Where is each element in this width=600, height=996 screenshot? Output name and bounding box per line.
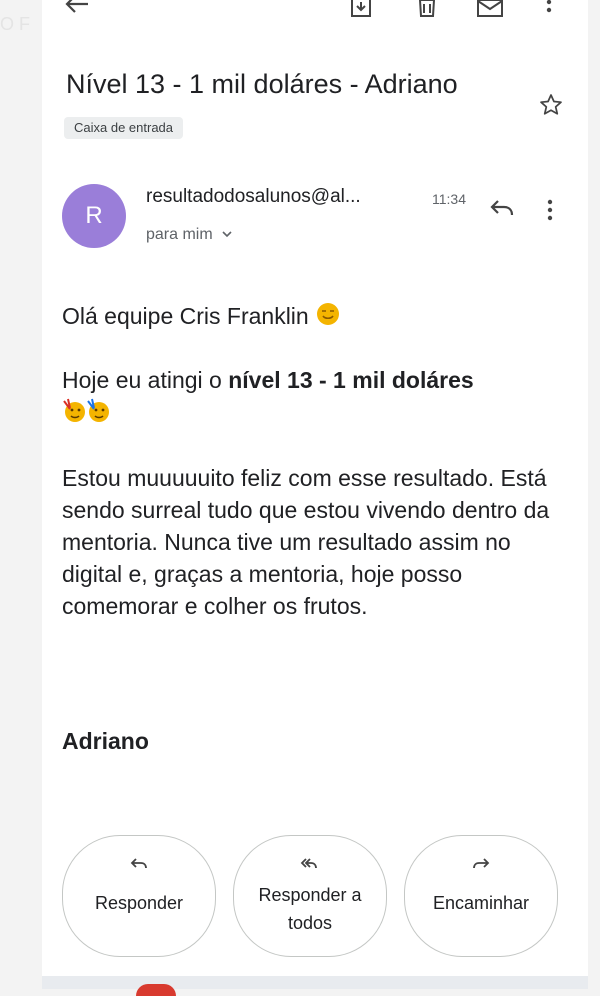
reply-label: Responder <box>94 893 184 913</box>
message-more-icon[interactable] <box>546 198 554 227</box>
background-blur: O F <box>0 14 30 34</box>
star-icon[interactable] <box>538 92 564 123</box>
back-arrow-icon[interactable] <box>64 0 90 21</box>
forward-icon <box>405 856 557 877</box>
compose-fab-edge[interactable] <box>136 984 176 996</box>
reply-button[interactable]: Responder <box>62 835 216 957</box>
reply-all-label: Responder a todos <box>258 885 362 933</box>
email-story: Estou muuuuuito feliz com esse resultado… <box>62 465 550 619</box>
chevron-down-icon <box>221 226 233 244</box>
recipient-line[interactable]: para mim <box>146 226 233 244</box>
sender-avatar[interactable]: R <box>62 184 126 248</box>
recipient-label: para mim <box>146 226 213 244</box>
sender-address[interactable]: resultadodosalunos@al... <box>146 186 361 208</box>
forward-button[interactable]: Encaminhar <box>404 835 558 957</box>
mail-icon[interactable] <box>476 0 504 23</box>
reply-all-icon <box>234 856 386 877</box>
archive-icon[interactable] <box>350 0 372 23</box>
achievement-level: nível 13 - 1 mil doláres <box>228 367 474 393</box>
reply-icon <box>63 856 215 877</box>
email-subject: Nível 13 - 1 mil doláres - Adriano <box>66 69 458 99</box>
email-view: Nível 13 - 1 mil doláres - Adriano Caixa… <box>42 0 588 996</box>
trash-icon[interactable] <box>416 0 438 23</box>
email-achievement: Hoje eu atingi o nível 13 - 1 mil doláre… <box>62 364 572 431</box>
forward-label: Encaminhar <box>432 893 530 913</box>
email-time: 11:34 <box>432 191 466 207</box>
achievement-prefix: Hoje eu atingi o <box>62 367 229 393</box>
bottom-bar <box>42 976 588 996</box>
smiling-emoji-icon <box>315 301 341 335</box>
more-vert-icon[interactable] <box>544 0 554 23</box>
inbox-label-chip[interactable]: Caixa de entrada <box>64 117 184 139</box>
party-emoji-icon <box>62 397 86 431</box>
party-emoji-icon <box>86 397 110 431</box>
reply-icon[interactable] <box>488 196 516 225</box>
greeting-text: Olá equipe Cris Franklin <box>62 303 309 329</box>
email-greeting: Olá equipe Cris Franklin <box>62 300 572 335</box>
email-signature: Adriano <box>62 728 149 754</box>
reply-all-button[interactable]: Responder a todos <box>233 835 387 957</box>
